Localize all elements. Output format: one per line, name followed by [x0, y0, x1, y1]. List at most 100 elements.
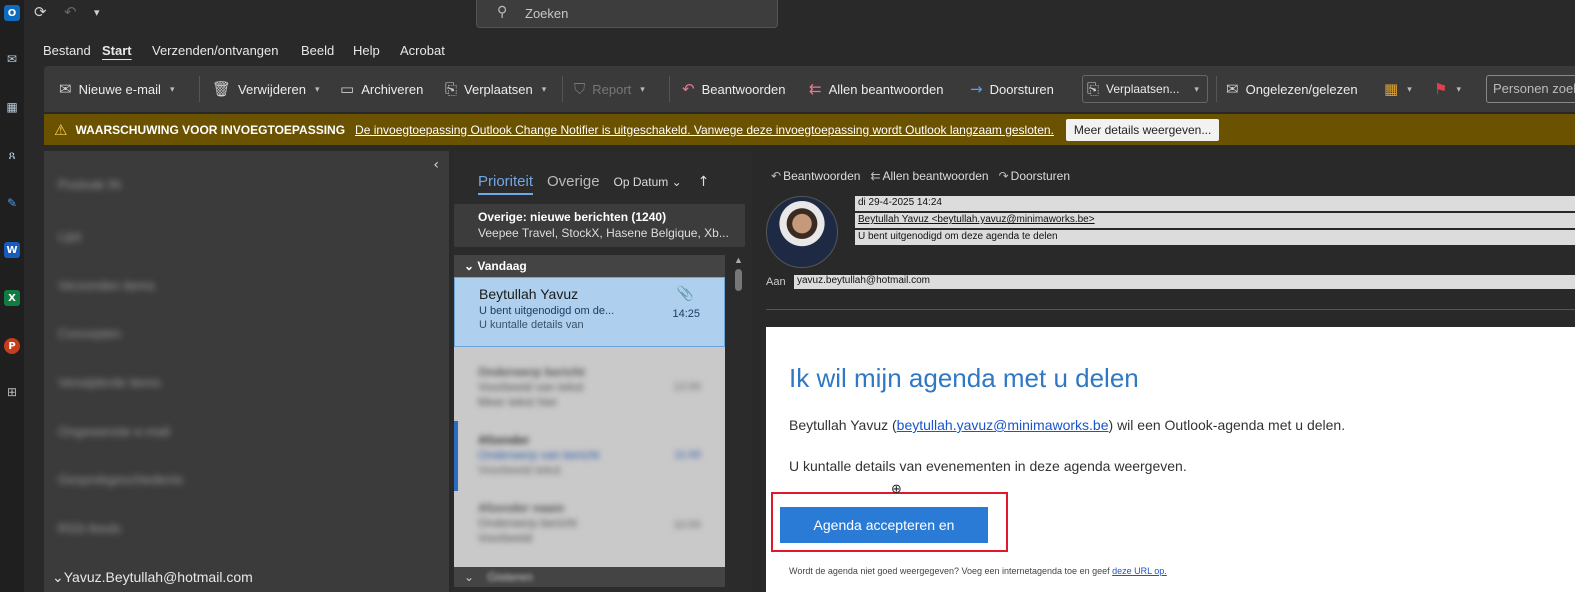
accept-calendar-button[interactable]: Agenda accepteren en: [780, 507, 988, 543]
powerpoint-icon[interactable]: P: [2, 336, 22, 356]
reading-forward-button[interactable]: ↷ Doorsturen: [999, 169, 1070, 183]
list-item-time: 10:00: [673, 519, 701, 531]
apps-icon[interactable]: ⊞: [2, 382, 22, 402]
report-button[interactable]: ⛉ Report ▾: [574, 79, 645, 99]
reading-pane: ↶ Beantwoorden ⇇ Allen beantwoorden ↷ Doors…: [757, 151, 1575, 592]
folder-item[interactable]: Postvak IN: [58, 177, 121, 192]
reply-label: Beantwoorden: [701, 81, 786, 97]
menu-help[interactable]: Help: [353, 43, 380, 58]
other-title: Overige: nieuwe berichten (1240): [478, 210, 667, 224]
menu-verzenden[interactable]: Verzenden/ontvangen: [152, 43, 279, 58]
move-to-icon: ⎘: [1087, 80, 1100, 98]
undo-icon[interactable]: ↶: [64, 3, 77, 21]
folder-item[interactable]: Ongewenste e-mail: [58, 424, 170, 439]
delete-label: Verwijderen: [238, 81, 306, 97]
menu-beeld[interactable]: Beeld: [301, 43, 334, 58]
message-date: di 29-4-2025 14:24: [855, 196, 1575, 211]
invite-details-text: U kuntalle details van evenementen in de…: [789, 458, 1187, 474]
calendar-icon[interactable]: ▦: [2, 97, 22, 117]
outlook-icon[interactable]: O: [2, 3, 22, 23]
url-link[interactable]: deze URL op.: [1112, 566, 1167, 576]
menu-bestand[interactable]: Bestand: [43, 43, 91, 58]
tab-other[interactable]: Overige: [547, 173, 600, 190]
report-label: Report: [592, 81, 632, 97]
forward-icon: →: [970, 80, 983, 98]
reply-icon: ↶: [682, 80, 695, 98]
account-label: Yavuz.Beytullah@hotmail.com: [63, 569, 253, 585]
move-to-label: Verplaatsen...: [1106, 82, 1180, 96]
folder-pane: ‹ Postvak IN Lijst Verzonden items Conce…: [44, 151, 449, 592]
message-subject: U bent uitgenodigd om de...: [479, 305, 615, 317]
message-list-scrollbar[interactable]: ▲: [732, 255, 744, 587]
customize-icon[interactable]: ▾: [94, 6, 100, 19]
account-folder[interactable]: ⌄Yavuz.Beytullah@hotmail.com: [52, 569, 253, 586]
mail-icon[interactable]: ✉: [2, 49, 22, 69]
archive-label: Archiveren: [361, 81, 424, 97]
more-details-button[interactable]: Meer details weergeven...: [1065, 118, 1220, 141]
flag-icon: ⚑: [1434, 80, 1448, 98]
menu-start[interactable]: Start: [102, 43, 132, 58]
attachment-icon: 📎: [676, 286, 694, 302]
reply-icon: ↶: [771, 169, 782, 183]
sort-dropdown[interactable]: Op Datum ⌄: [614, 175, 682, 189]
new-email-icon: ✉: [59, 80, 72, 98]
reading-reply-label: Beantwoorden: [783, 169, 861, 183]
reply-all-icon: ⇇: [870, 169, 881, 183]
categorize-button[interactable]: ▦ ▾: [1384, 79, 1412, 99]
collapse-pane-icon[interactable]: ‹: [433, 157, 439, 173]
folder-item[interactable]: Gesprekgeschiedenis: [58, 472, 183, 487]
reading-reply-all-button[interactable]: ⇇ Allen beantwoorden: [870, 169, 988, 183]
folder-item[interactable]: Lijst: [58, 229, 81, 244]
people-icon[interactable]: ጸ: [2, 145, 22, 165]
list-item-selected[interactable]: Beytullah Yavuz U bent uitgenodigd om de…: [454, 277, 725, 347]
warning-message-link[interactable]: De invoegtoepassing Outlook Change Notif…: [355, 123, 1054, 137]
group-today-label: Vandaag: [477, 259, 527, 273]
sync-icon[interactable]: ⟳: [34, 3, 47, 21]
move-icon: ⎘: [445, 80, 458, 98]
people-search-input[interactable]: Personen zoeken: [1486, 75, 1575, 103]
envelope-open-icon: ✉: [1226, 80, 1239, 98]
folder-item[interactable]: Concepten: [58, 326, 121, 341]
other-senders: Veepee Travel, StockX, Hasene Belgique, …: [478, 226, 729, 240]
excel-icon[interactable]: X: [2, 288, 22, 308]
group-header-today[interactable]: ⌄ Vandaag: [454, 255, 725, 277]
trash-icon: 🗑: [212, 80, 232, 98]
tab-priority[interactable]: Prioriteit: [478, 173, 534, 195]
reading-reply-button[interactable]: ↶ Beantwoorden: [771, 169, 860, 183]
reply-all-button[interactable]: ⇇ Allen beantwoorden: [809, 79, 944, 99]
folder-item[interactable]: Verzonden items: [58, 278, 155, 293]
to-label: Aan: [766, 276, 786, 288]
group-header[interactable]: ⌄ Gisteren: [454, 567, 725, 587]
zoom-cursor-icon: ⊕: [891, 482, 902, 497]
reply-button[interactable]: ↶ Beantwoorden: [682, 79, 785, 99]
word-icon[interactable]: W: [2, 240, 22, 260]
message-from[interactable]: Beytullah Yavuz <beytullah.yavuz@minimaw…: [855, 213, 1575, 228]
new-email-label: Nieuwe e-mail: [78, 81, 161, 97]
delete-button[interactable]: 🗑 Verwijderen ▾: [212, 79, 320, 99]
new-email-button[interactable]: ✉ Nieuwe e-mail ▾: [59, 79, 174, 99]
footer-prefix: Wordt de agenda niet goed weergegeven? V…: [789, 566, 1113, 576]
message-items: Beytullah Yavuz U bent uitgenodigd om de…: [454, 277, 725, 567]
reply-all-label: Allen beantwoorden: [828, 81, 944, 97]
app-rail: O ✉ ▦ ጸ ✎ W X P ⊞: [0, 0, 24, 592]
other-messages-summary[interactable]: Overige: nieuwe berichten (1240) Veepee …: [454, 204, 745, 247]
move-button[interactable]: ⎘ Verplaatsen ▾: [445, 79, 546, 99]
sort-label: Op Datum: [613, 175, 669, 189]
unread-indicator: [454, 421, 458, 491]
title-bar: ⟳ ↶ ▾ ⚲ Zoeken: [24, 0, 1575, 28]
menu-acrobat[interactable]: Acrobat: [400, 43, 445, 58]
forward-button[interactable]: → Doorsturen: [970, 79, 1054, 99]
folder-item[interactable]: Verwijderde items: [58, 375, 161, 390]
search-box[interactable]: ⚲ Zoeken: [476, 0, 778, 28]
to-recipient[interactable]: yavuz.beytullah@hotmail.com: [794, 275, 1575, 289]
sender-email-link[interactable]: beytullah.yavuz@minimaworks.be: [897, 417, 1109, 433]
reply-all-icon: ⇇: [809, 80, 822, 98]
move-to-button[interactable]: ⎘ Verplaatsen... ▾: [1087, 79, 1199, 99]
folder-item[interactable]: RSS-feeds: [58, 521, 121, 536]
sort-direction-icon[interactable]: ↑: [698, 174, 710, 190]
search-placeholder: Zoeken: [525, 6, 569, 21]
unread-read-button[interactable]: ✉ Ongelezen/gelezen: [1226, 79, 1358, 99]
todo-icon[interactable]: ✎: [2, 193, 22, 213]
flag-button[interactable]: ⚑ ▾: [1434, 79, 1461, 99]
archive-button[interactable]: ▭ Archiveren: [340, 79, 423, 99]
